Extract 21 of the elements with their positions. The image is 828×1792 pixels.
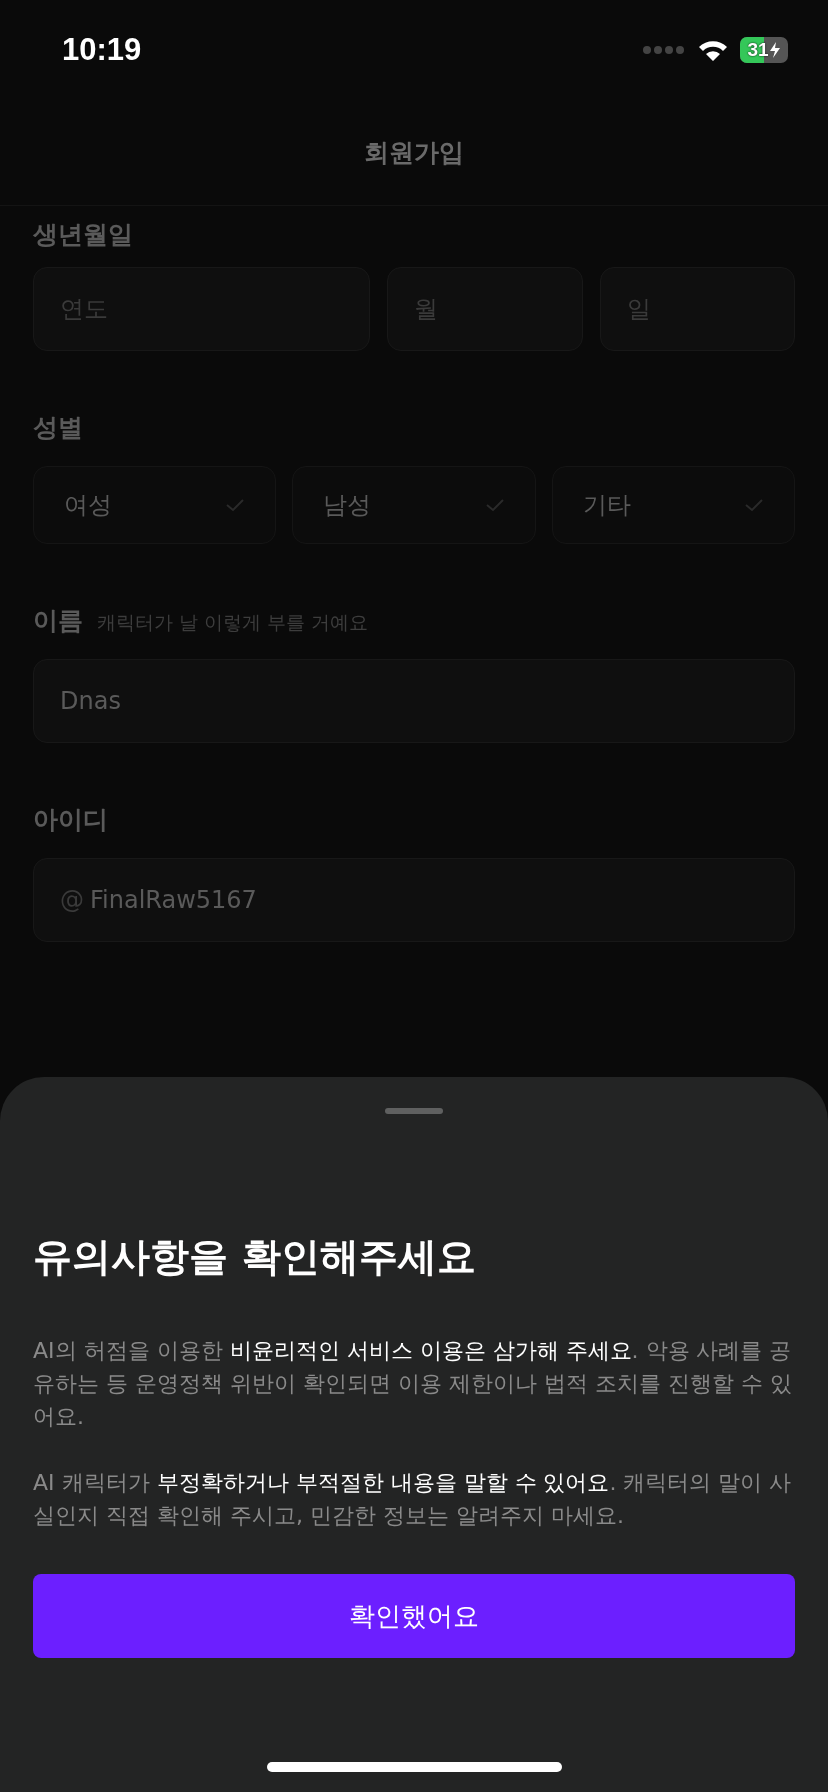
status-time: 10:19 xyxy=(62,32,142,68)
field-label: 아이디 xyxy=(33,804,109,836)
confirm-button[interactable]: 확인했어요 xyxy=(33,1574,795,1658)
field-label: 생년월일 xyxy=(33,219,134,251)
check-icon xyxy=(484,498,505,512)
check-icon xyxy=(225,498,246,512)
name-field[interactable]: Dnas xyxy=(33,659,795,743)
gender-option[interactable]: 여성 xyxy=(33,466,277,544)
field-label: 성별 xyxy=(33,412,84,444)
notice-paragraph: AI의 허점을 이용한 비윤리적인 서비스 이용은 삼가해 주세요. 악용 사례를 공유하는 등 운영정책 위반이 확인되면 이용 제한이나 법적 조치를 진행할 수 있어요. xyxy=(33,1337,793,1431)
check-icon xyxy=(744,498,764,512)
page-title: 회원가입 xyxy=(364,137,464,169)
field-label: 이름 xyxy=(33,605,83,637)
id-field[interactable]: @ FinalRaw5167 xyxy=(33,858,795,942)
signal-icon xyxy=(642,45,686,55)
notice-paragraph: AI 캐릭터가 부정확하거나 부적절한 내용을 말할 수 있어요. 캐릭터의 말이 사실인지 직접 확인해 주시고, 민감한 정보는 알려주지 마세요. xyxy=(33,1469,793,1530)
wifi-icon xyxy=(698,39,728,61)
sheet-handle[interactable] xyxy=(385,1108,443,1114)
sheet-title: 유의사항을 확인해주세요 xyxy=(33,1233,477,1281)
gender-option[interactable]: 기타 xyxy=(551,466,795,544)
gender-option[interactable]: 남성 xyxy=(292,466,536,544)
